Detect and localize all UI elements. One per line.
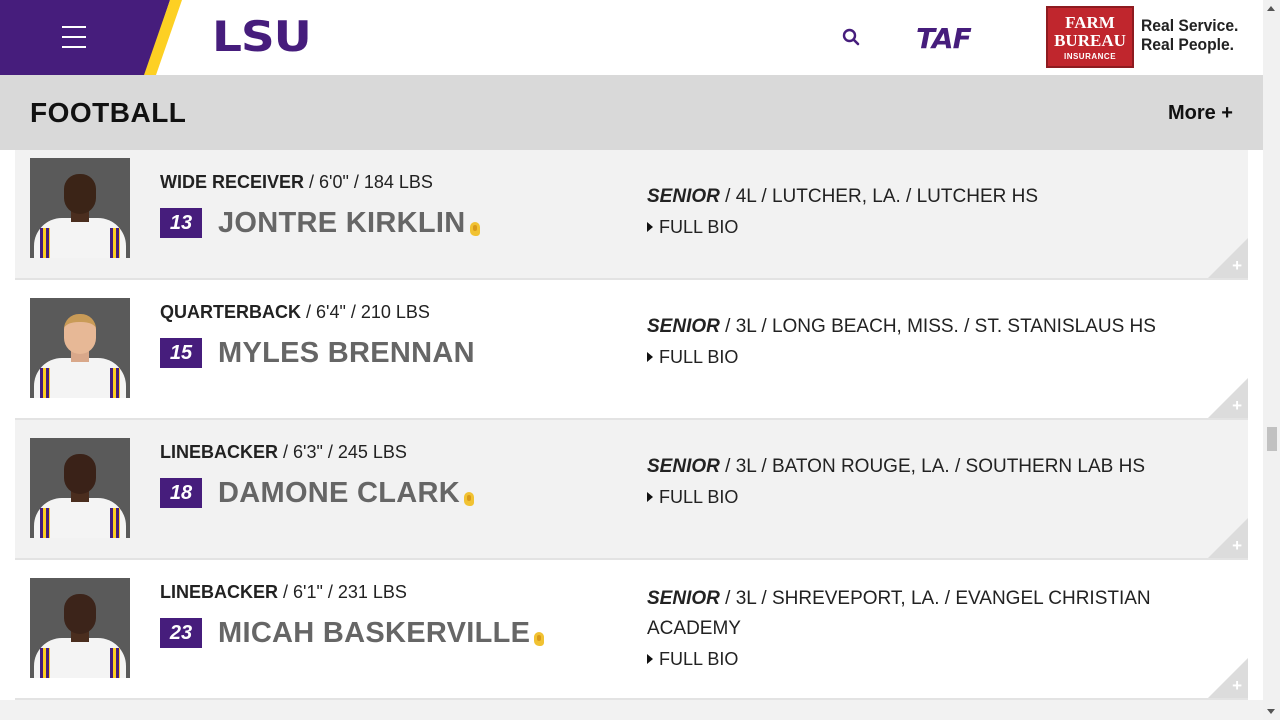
- player-bio-summary: SENIOR / 4L / LUTCHER, LA. / LUTCHER HS …: [647, 182, 1177, 242]
- player-name-row: 13 JONTRE KIRKLIN: [160, 207, 480, 239]
- more-menu-button[interactable]: More +: [1168, 102, 1233, 125]
- player-name-row: 18 DAMONE CLARK: [160, 477, 475, 510]
- player-info: LINEBACKER / 6'3" / 245 LBS 18 DAMONE CL…: [160, 442, 475, 510]
- sponsor-tagline-1: Real Service.: [1141, 16, 1239, 35]
- player-info: WIDE RECEIVER / 6'0" / 184 LBS 13 JONTRE…: [160, 172, 480, 239]
- player-position: LINEBACKER: [160, 442, 279, 462]
- player-info: QUARTERBACK / 6'4" / 210 LBS 15 MYLES BR…: [160, 302, 475, 369]
- player-photo[interactable]: [30, 158, 130, 258]
- expand-card-button[interactable]: +: [1208, 378, 1248, 418]
- expand-card-button[interactable]: +: [1208, 518, 1248, 558]
- player-bio-summary: SENIOR / 3L / BATON ROUGE, LA. / SOUTHER…: [647, 452, 1177, 512]
- sponsor-line2: BUREAU: [1054, 31, 1126, 50]
- page: LSU TAF FARM BUREAU INSURANCE Real Servi…: [0, 0, 1280, 720]
- player-info: LINEBACKER / 6'1" / 231 LBS 23 MICAH BAS…: [160, 582, 545, 650]
- player-card: LINEBACKER / 6'3" / 245 LBS 18 DAMONE CL…: [15, 420, 1248, 560]
- next-card-edge: [0, 700, 1263, 720]
- full-bio-link[interactable]: FULL BIO: [647, 482, 1177, 512]
- pronunciation-audio-icon[interactable]: [534, 632, 545, 646]
- player-class: SENIOR: [647, 316, 720, 337]
- plus-icon: +: [1232, 256, 1242, 275]
- player-position: WIDE RECEIVER: [160, 172, 305, 192]
- full-bio-link[interactable]: FULL BIO: [647, 212, 1177, 242]
- player-position-line: QUARTERBACK / 6'4" / 210 LBS: [160, 302, 475, 323]
- full-bio-link[interactable]: FULL BIO: [647, 342, 1177, 372]
- scroll-up-arrow-icon[interactable]: [1267, 6, 1275, 11]
- jersey-number: 23: [160, 618, 202, 648]
- plus-icon: +: [1232, 396, 1242, 415]
- sponsor-tagline: Real Service. Real People.: [1141, 16, 1238, 54]
- section-title: FOOTBALL: [30, 97, 187, 128]
- player-name[interactable]: JONTRE KIRKLIN: [218, 207, 466, 240]
- sponsor-line3: INSURANCE: [1063, 52, 1117, 61]
- search-icon[interactable]: [842, 28, 860, 46]
- player-bio-summary: SENIOR / 3L / LONG BEACH, MISS. / ST. ST…: [647, 312, 1177, 372]
- plus-icon: +: [1232, 676, 1242, 695]
- vertical-scrollbar[interactable]: [1263, 0, 1280, 720]
- player-name-row: 23 MICAH BASKERVILLE: [160, 617, 545, 650]
- scroll-down-arrow-icon[interactable]: [1267, 709, 1275, 714]
- player-measurements: / 6'0" / 184 LBS: [304, 172, 433, 192]
- player-position-line: LINEBACKER / 6'3" / 245 LBS: [160, 442, 474, 463]
- jersey-number: 13: [160, 208, 202, 238]
- jersey-number: 18: [160, 478, 202, 508]
- jersey-number: 15: [160, 338, 202, 368]
- player-class: SENIOR: [647, 588, 720, 609]
- pronunciation-audio-icon[interactable]: [464, 492, 475, 506]
- player-details: / 3L / LONG BEACH, MISS. / ST. STANISLAU…: [719, 316, 1156, 337]
- player-position: LINEBACKER: [160, 582, 279, 602]
- player-class: SENIOR: [647, 186, 720, 207]
- roster-list: WIDE RECEIVER / 6'0" / 184 LBS 13 JONTRE…: [15, 150, 1248, 700]
- taf-logo[interactable]: TAF: [916, 22, 972, 55]
- player-class: SENIOR: [647, 456, 720, 477]
- player-details: / 4L / LUTCHER, LA. / LUTCHER HS: [719, 186, 1039, 207]
- scrollbar-thumb[interactable]: [1267, 427, 1277, 451]
- player-measurements: / 6'4" / 210 LBS: [301, 302, 430, 322]
- full-bio-link[interactable]: FULL BIO: [647, 644, 1177, 674]
- player-photo[interactable]: [30, 438, 130, 538]
- player-card: LINEBACKER / 6'1" / 231 LBS 23 MICAH BAS…: [15, 560, 1248, 700]
- player-position: QUARTERBACK: [160, 302, 301, 322]
- expand-card-button[interactable]: +: [1208, 658, 1248, 698]
- player-name-row: 15 MYLES BRENNAN: [160, 337, 475, 369]
- sponsor-line1: FARM: [1065, 13, 1115, 32]
- site-header: LSU TAF FARM BUREAU INSURANCE Real Servi…: [0, 0, 1263, 75]
- section-bar: FOOTBALL More +: [0, 75, 1263, 150]
- expand-card-button[interactable]: +: [1208, 238, 1248, 278]
- sponsor-tagline-2: Real People.: [1141, 35, 1235, 54]
- player-photo[interactable]: [30, 578, 130, 678]
- player-details: / 3L / BATON ROUGE, LA. / SOUTHERN LAB H…: [719, 456, 1146, 477]
- player-photo[interactable]: [30, 298, 130, 398]
- player-card: WIDE RECEIVER / 6'0" / 184 LBS 13 JONTRE…: [15, 150, 1248, 280]
- hamburger-menu-icon[interactable]: [62, 26, 86, 48]
- plus-icon: +: [1232, 536, 1242, 555]
- player-name[interactable]: MICAH BASKERVILLE: [218, 617, 530, 650]
- player-name[interactable]: MYLES BRENNAN: [218, 337, 475, 370]
- player-bio-summary: SENIOR / 3L / SHREVEPORT, LA. / EVANGEL …: [647, 584, 1177, 674]
- player-position-line: WIDE RECEIVER / 6'0" / 184 LBS: [160, 172, 480, 193]
- pronunciation-audio-icon[interactable]: [469, 222, 480, 236]
- player-name[interactable]: DAMONE CLARK: [218, 477, 460, 510]
- player-measurements: / 6'3" / 245 LBS: [278, 442, 407, 462]
- player-measurements: / 6'1" / 231 LBS: [278, 582, 407, 602]
- farm-bureau-logo[interactable]: FARM BUREAU INSURANCE: [1046, 6, 1134, 68]
- player-card: QUARTERBACK / 6'4" / 210 LBS 15 MYLES BR…: [15, 280, 1248, 420]
- lsu-logo[interactable]: LSU: [212, 14, 312, 60]
- player-details: / 3L / SHREVEPORT, LA. / EVANGEL CHRISTI…: [647, 588, 1151, 639]
- player-position-line: LINEBACKER / 6'1" / 231 LBS: [160, 582, 544, 603]
